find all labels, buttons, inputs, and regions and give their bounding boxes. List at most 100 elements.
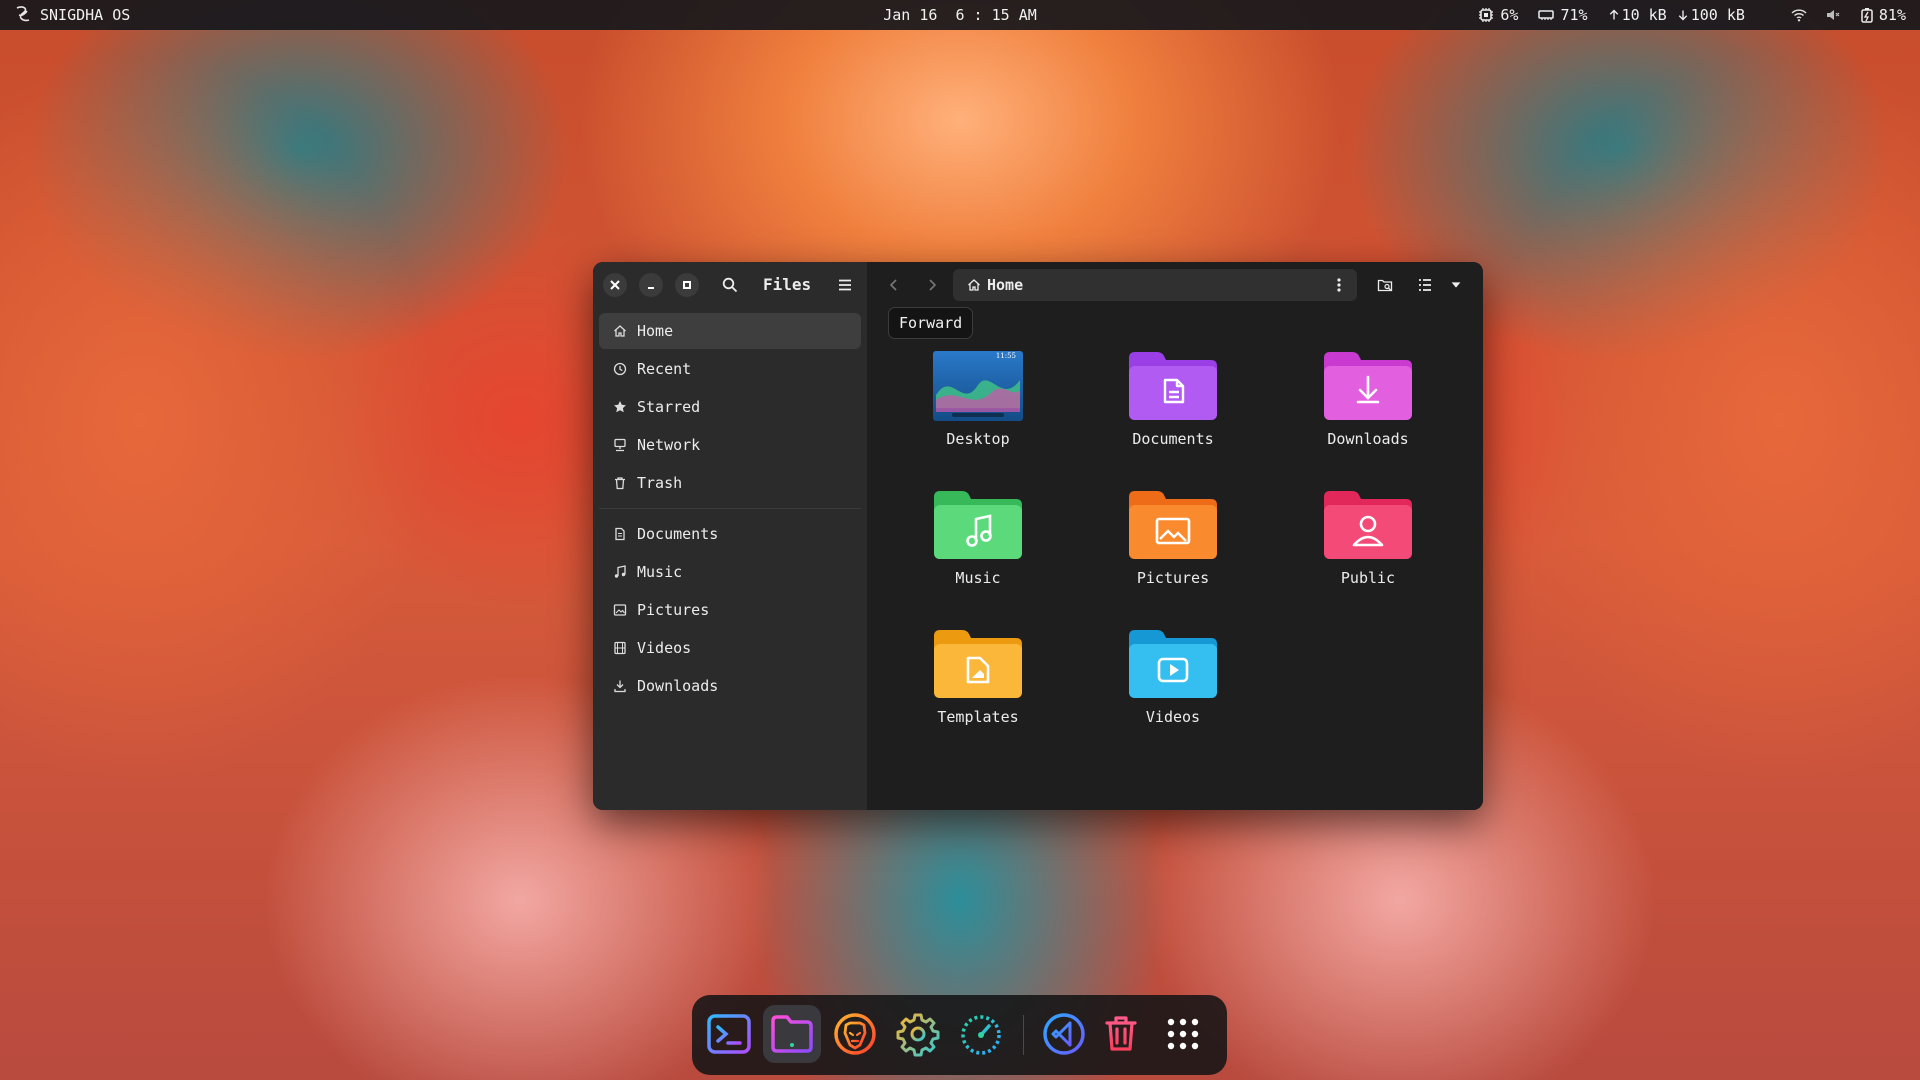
upload-speed: 10 kB <box>1621 6 1667 24</box>
cpu-indicator[interactable]: 6% <box>1478 6 1518 24</box>
sidebar-item-home[interactable]: Home <box>599 313 861 349</box>
chevron-down-icon <box>1451 282 1461 288</box>
minimize-button[interactable] <box>639 273 663 297</box>
dock-app-vscode[interactable] <box>1035 1005 1093 1063</box>
ram-indicator[interactable]: 71% <box>1538 6 1588 24</box>
folder-music[interactable]: Music <box>898 489 1058 599</box>
sidebar-item-videos[interactable]: Videos <box>599 630 861 666</box>
dock-app-files[interactable] <box>763 1005 821 1063</box>
folder-label: Downloads <box>1327 430 1409 448</box>
sidebar-item-pictures[interactable]: Pictures <box>599 592 861 628</box>
forward-button[interactable] <box>919 273 945 297</box>
list-view-icon <box>1419 279 1431 291</box>
sidebar-item-label: Videos <box>637 639 692 657</box>
battery-value: 81% <box>1878 6 1906 24</box>
arrow-down-icon <box>1678 10 1687 21</box>
folder-pictures[interactable]: Pictures <box>1093 489 1253 599</box>
dock-app-terminal[interactable] <box>700 1005 758 1063</box>
sidebar-item-label: Recent <box>637 360 692 378</box>
activities-button[interactable]: SNIGDHA OS <box>14 0 130 30</box>
folder-desktop[interactable]: 11:55 Desktop <box>898 350 1058 460</box>
speedometer-icon <box>961 1015 1001 1055</box>
folder-videos-icon <box>1129 630 1217 698</box>
dock-separator <box>1023 1015 1024 1055</box>
sidebar-item-recent[interactable]: Recent <box>599 351 861 387</box>
sidebar-item-documents[interactable]: Documents <box>599 516 861 552</box>
folder-public-icon <box>1324 491 1412 559</box>
minimize-icon <box>648 287 654 289</box>
dock-app-trash[interactable] <box>1092 1005 1150 1063</box>
os-name: SNIGDHA OS <box>40 6 131 24</box>
sidebar-item-label: Music <box>637 563 683 581</box>
document-icon <box>615 527 625 541</box>
search-button[interactable] <box>718 273 742 297</box>
home-icon <box>968 279 980 291</box>
back-button[interactable] <box>881 273 907 297</box>
system-status[interactable]: 81% <box>1791 6 1906 24</box>
path-segment-home[interactable]: Home <box>987 276 1023 294</box>
sidebar-item-label: Network <box>637 436 701 454</box>
folder-videos[interactable]: Videos <box>1093 628 1253 738</box>
sidebar-item-music[interactable]: Music <box>599 554 861 590</box>
wifi-icon <box>1791 9 1807 22</box>
sidebar-item-label: Documents <box>637 525 719 543</box>
sidebar-item-downloads[interactable]: Downloads <box>599 668 861 704</box>
close-button[interactable] <box>603 273 627 297</box>
view-options-button[interactable] <box>1447 273 1465 297</box>
search-icon <box>722 277 738 293</box>
cpu-icon <box>1479 8 1494 22</box>
snigdha-logo-icon <box>16 6 30 22</box>
folder-music-icon <box>934 491 1022 559</box>
folder-documents-icon <box>1129 352 1217 420</box>
star-icon <box>614 401 626 413</box>
folder-icon <box>771 1015 813 1053</box>
folder-label: Desktop <box>946 430 1010 448</box>
sidebar-item-label: Pictures <box>637 601 710 619</box>
folder-templates[interactable]: Templates <box>898 628 1058 738</box>
main-menu-button[interactable] <box>833 273 857 297</box>
bookmarks-list: Documents Music Pictures Videos Download… <box>599 516 861 706</box>
dock-app-system-monitor[interactable] <box>952 1005 1010 1063</box>
dock-app-settings[interactable] <box>889 1005 947 1063</box>
folder-documents[interactable]: Documents <box>1093 350 1253 460</box>
sidebar-item-trash[interactable]: Trash <box>599 465 861 501</box>
folder-downloads[interactable]: Downloads <box>1288 350 1448 460</box>
sidebar: Files Home Recent Starred Network Trash … <box>593 262 867 810</box>
chevron-right-icon <box>929 279 937 291</box>
download-speed: 100 kB <box>1690 6 1745 24</box>
sidebar-item-label: Trash <box>637 474 683 492</box>
forward-tooltip: Forward <box>888 307 974 339</box>
folder-pictures-icon <box>1129 491 1217 559</box>
clock-icon <box>613 362 627 376</box>
sidebar-item-network[interactable]: Network <box>599 427 861 463</box>
folder-label: Videos <box>1145 708 1201 726</box>
desktop-thumb-time: 11:55 <box>996 352 1016 360</box>
dock <box>692 995 1227 1075</box>
battery-icon <box>1861 8 1873 23</box>
gear-icon <box>896 1013 940 1057</box>
sidebar-item-label: Starred <box>637 398 701 416</box>
dock-show-apps[interactable] <box>1154 1005 1212 1063</box>
folder-public[interactable]: Public <box>1288 489 1448 599</box>
sidebar-separator <box>599 508 861 509</box>
folder-label: Pictures <box>1136 569 1210 587</box>
download-icon <box>614 680 626 693</box>
sidebar-item-label: Downloads <box>637 677 719 695</box>
clock[interactable]: Jan 16 6 : 15 AM <box>883 6 1037 24</box>
network-speed[interactable]: 10 kB 100 kB <box>1608 6 1745 24</box>
dock-app-brave[interactable] <box>826 1005 884 1063</box>
network-icon <box>614 438 626 452</box>
brave-lion-icon <box>834 1013 876 1055</box>
sidebar-item-starred[interactable]: Starred <box>599 389 861 425</box>
close-icon <box>610 280 620 290</box>
search-folder-button[interactable] <box>1373 273 1397 297</box>
app-title: Files <box>763 275 812 294</box>
view-list-button[interactable] <box>1413 273 1437 297</box>
sidebar-item-label: Home <box>637 322 674 340</box>
home-icon <box>614 325 626 337</box>
location-menu-button[interactable] <box>1329 275 1349 295</box>
folder-search-icon <box>1377 279 1393 292</box>
film-icon <box>614 641 626 655</box>
maximize-button[interactable] <box>675 273 699 297</box>
location-bar[interactable]: Home <box>953 269 1357 301</box>
